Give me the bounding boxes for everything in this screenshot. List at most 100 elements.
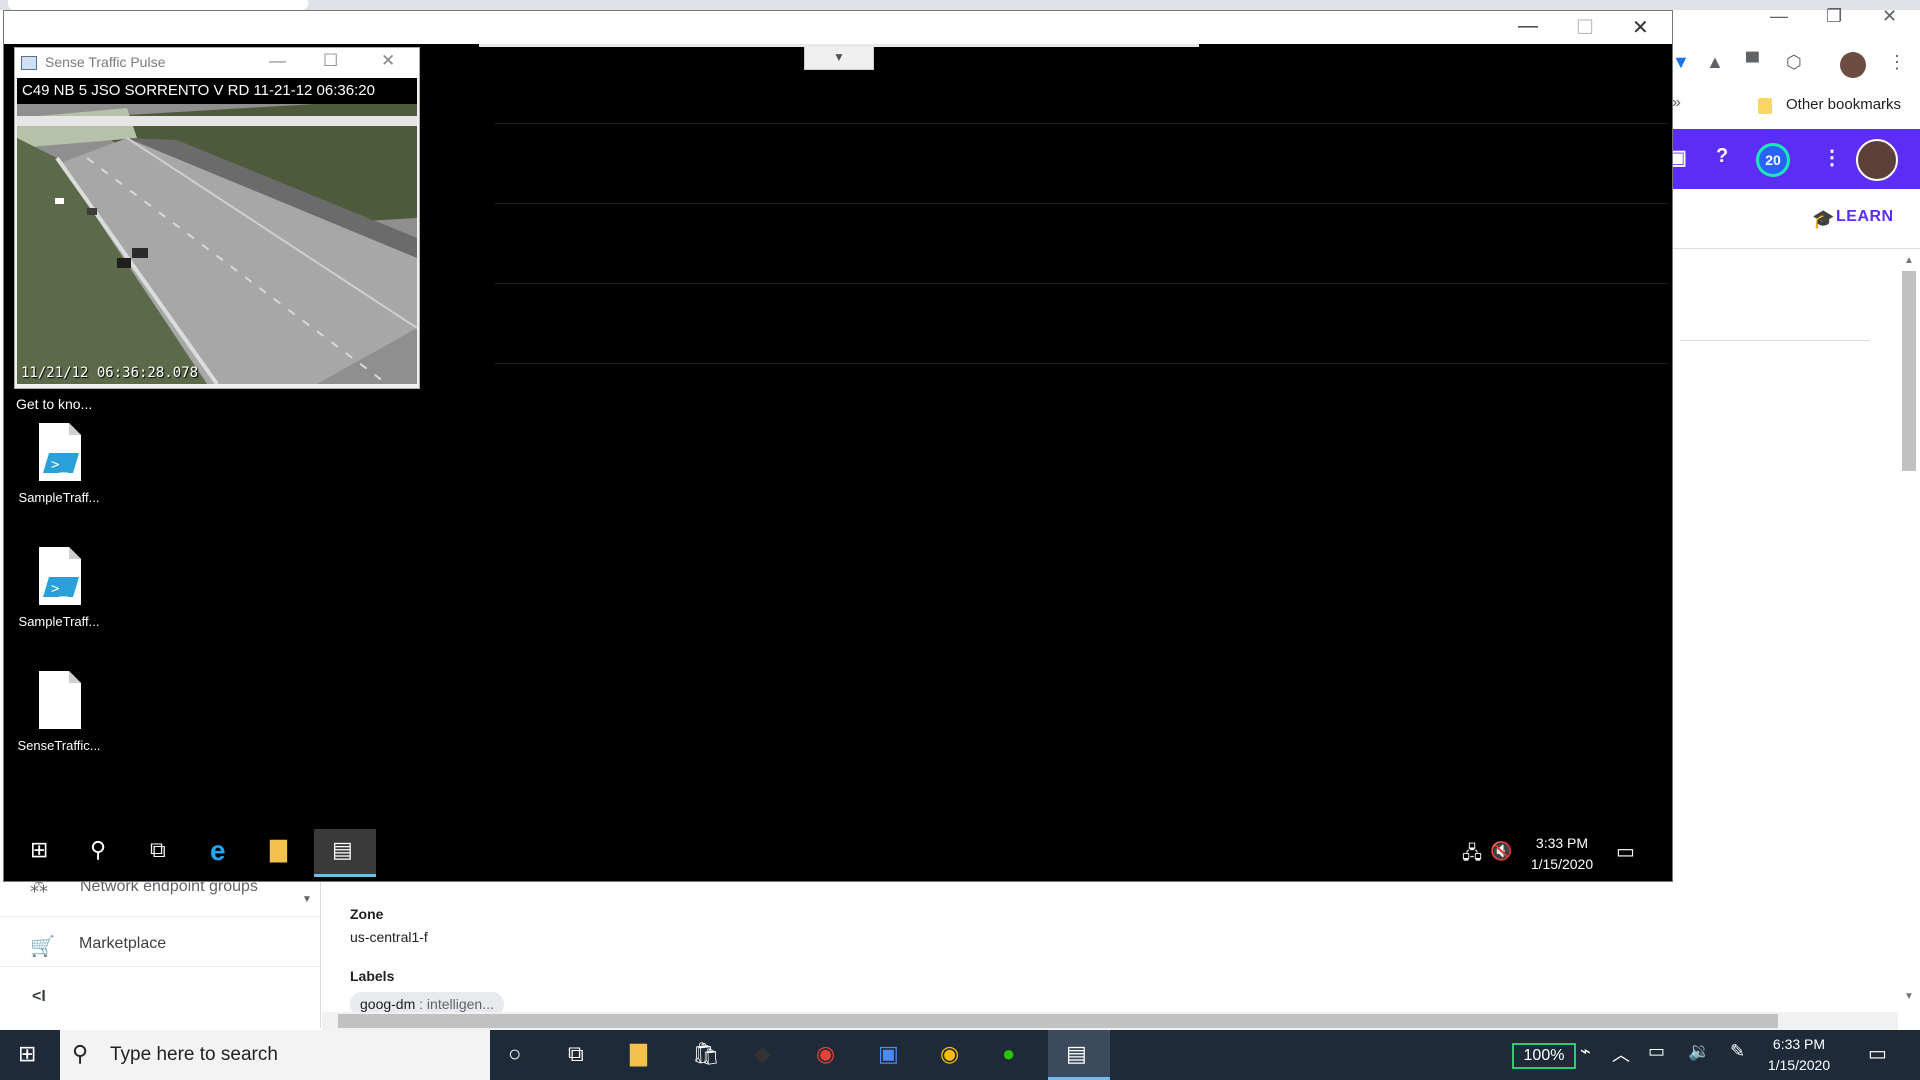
traffic-pulse-titlebar: Sense Traffic Pulse — ☐ ✕ — [15, 48, 419, 78]
chrome-profile-icon[interactable]: ◉ — [940, 1041, 959, 1067]
clock[interactable]: 3:33 PM 1/15/2020 — [1512, 833, 1612, 875]
label-chip-value: : intelligen... — [415, 996, 494, 1012]
help-icon[interactable]: ? — [1716, 145, 1728, 168]
restore-icon[interactable]: ❐ — [1826, 6, 1842, 27]
gcp-header-bar: ▣ ? 20 ⋮ — [1668, 129, 1920, 189]
svg-text:>_: >_ — [51, 581, 68, 597]
scrollbar-thumb[interactable] — [338, 1014, 1778, 1028]
minimize-icon[interactable]: — — [1770, 6, 1788, 27]
zoom-level[interactable]: 100% — [1512, 1043, 1576, 1069]
close-icon[interactable]: ✕ — [381, 51, 395, 71]
window-title: Sense Traffic Pulse — [45, 54, 166, 70]
task-view-icon[interactable]: ⧉ — [568, 1041, 584, 1067]
search-input[interactable]: Type here to search — [110, 1044, 278, 1066]
battery-icon[interactable]: ▭ — [1648, 1041, 1665, 1062]
zone-value: us-central1-f — [350, 929, 428, 945]
host-taskbar: ⊞ ⚲ Type here to search ○ ⧉ ▇ 🛍 ◆ ◉ ▣ ◉ … — [0, 1030, 1920, 1080]
task-view-icon[interactable]: ⧉ — [150, 837, 166, 863]
clock-time: 6:33 PM — [1772, 1036, 1826, 1052]
drive-icon[interactable]: ▲ — [1706, 52, 1724, 73]
search-box[interactable]: ⚲ Type here to search — [60, 1030, 490, 1080]
divider — [0, 916, 320, 917]
windows-start-icon[interactable]: ⊞ — [30, 837, 48, 863]
grid-line — [494, 123, 1669, 124]
zone-label: Zone — [350, 906, 384, 922]
clock-date: 1/15/2020 — [1530, 856, 1594, 872]
chrome-menu-icon[interactable]: ⋮ — [1888, 52, 1906, 73]
paint-roller-icon[interactable]: ▀ — [1746, 52, 1759, 73]
chevron-up-icon[interactable]: ︿ — [1612, 1041, 1630, 1067]
traffic-camera-feed: C49 NB 5 JSO SORRENTO V RD 11-21-12 06:3… — [17, 78, 417, 384]
connection-bar-toggle[interactable]: ▼ — [804, 47, 874, 70]
grid-line — [494, 363, 1669, 364]
active-app-button[interactable]: ▤ — [314, 829, 376, 877]
notification-icon[interactable]: ▭ — [1616, 839, 1635, 864]
file-explorer-icon[interactable]: ▇ — [270, 837, 287, 863]
divider — [0, 966, 320, 967]
search-icon[interactable]: ⚲ — [90, 837, 106, 863]
minimize-icon[interactable]: — — [1518, 15, 1538, 38]
remote-desktop-window: — ☐ ✕ ▼ Sense Traffic Pulse — ☐ ✕ C49 NB… — [3, 10, 1673, 882]
bookmarks-bar: » Other bookmarks — [1672, 92, 1920, 120]
grid-line — [494, 203, 1669, 204]
desktop-icon-label: SampleTraff... — [18, 614, 100, 629]
chrome-tab[interactable] — [8, 0, 308, 10]
notification-icon[interactable]: ▭ — [1868, 1041, 1887, 1066]
minimize-icon[interactable]: — — [269, 51, 286, 71]
scroll-down-icon[interactable]: ▼ — [1904, 991, 1914, 1002]
remote-window-titlebar: — ☐ ✕ — [4, 11, 1672, 44]
windows-start-icon[interactable]: ⊞ — [18, 1041, 36, 1067]
volume-muted-icon[interactable]: 🔇 — [1490, 841, 1512, 862]
chrome-icon[interactable]: ◉ — [816, 1041, 835, 1067]
powershell-script-icon: >_ — [39, 547, 81, 605]
active-app-button[interactable]: ▤ — [1048, 1030, 1110, 1080]
cart-icon: 🛒 — [30, 936, 55, 958]
extension-icon[interactable]: ▼ — [1672, 52, 1690, 73]
learn-button[interactable]: LEARN — [1836, 208, 1894, 226]
app-window-icon: ▤ — [1066, 1041, 1087, 1066]
divider — [1680, 340, 1870, 341]
scroll-up-icon[interactable]: ▲ — [1904, 255, 1914, 266]
clock-date: 1/15/2020 — [1767, 1057, 1831, 1073]
camera-caption: C49 NB 5 JSO SORRENTO V RD 11-21-12 06:3… — [17, 78, 417, 104]
notification-badge[interactable]: 20 — [1756, 143, 1790, 177]
clock[interactable]: 6:33 PM 1/15/2020 — [1754, 1034, 1844, 1076]
close-icon[interactable]: ✕ — [1632, 15, 1649, 40]
maximize-icon[interactable]: ☐ — [1576, 15, 1594, 40]
search-icon: ⚲ — [72, 1041, 89, 1066]
profile-avatar[interactable] — [1840, 52, 1866, 78]
account-avatar[interactable] — [1856, 139, 1898, 181]
desktop-icon-label[interactable]: Get to kno... — [16, 396, 92, 412]
remote-desktop-icon[interactable]: ▣ — [878, 1041, 899, 1067]
maximize-icon[interactable]: ☐ — [323, 51, 338, 71]
powershell-script-icon: >_ — [39, 423, 81, 481]
power-plug-icon[interactable]: ⌁ — [1580, 1041, 1591, 1062]
desktop-icon-sampletraffic-1[interactable]: >_ SampleTraff... — [14, 423, 104, 505]
file-explorer-icon[interactable]: ▇ — [630, 1041, 647, 1067]
volume-icon[interactable]: 🔉 — [1688, 1041, 1710, 1062]
bookmarks-overflow-icon[interactable]: » — [1672, 94, 1681, 112]
pen-icon[interactable]: ✎ — [1730, 1041, 1745, 1062]
desktop-icon-label: SenseTraffic... — [17, 738, 101, 753]
desktop-icon-sensetraffic[interactable]: SenseTraffic... — [14, 671, 104, 753]
desktop-icon-sampletraffic-2[interactable]: >_ SampleTraff... — [14, 547, 104, 629]
close-icon[interactable]: ✕ — [1882, 6, 1897, 27]
app-icon[interactable]: ◆ — [754, 1041, 771, 1067]
network-icon[interactable]: 🖧 — [1462, 841, 1482, 871]
app-window-icon — [21, 56, 37, 70]
sidebar-item-marketplace[interactable]: Marketplace — [79, 935, 166, 953]
hexagon-icon[interactable]: ⬡ — [1786, 52, 1802, 73]
more-options-icon[interactable]: ⋮ — [1822, 145, 1842, 170]
grid-line — [494, 283, 1669, 284]
other-bookmarks-link[interactable]: Other bookmarks — [1786, 96, 1901, 113]
vertical-scrollbar[interactable]: ▲ ▼ — [1898, 255, 1918, 1002]
wechat-icon[interactable]: ● — [1002, 1041, 1015, 1067]
store-icon[interactable]: 🛍 — [692, 1041, 720, 1067]
horizontal-scrollbar[interactable] — [322, 1012, 1898, 1030]
scrollbar-thumb[interactable] — [1902, 271, 1916, 471]
chevron-down-icon[interactable]: ▼ — [302, 894, 312, 905]
collapse-sidebar-button[interactable]: <I — [32, 988, 46, 1006]
internet-explorer-icon[interactable]: e — [210, 835, 226, 867]
desktop-icon-label: SampleTraff... — [18, 490, 100, 505]
cortana-icon[interactable]: ○ — [508, 1041, 521, 1067]
